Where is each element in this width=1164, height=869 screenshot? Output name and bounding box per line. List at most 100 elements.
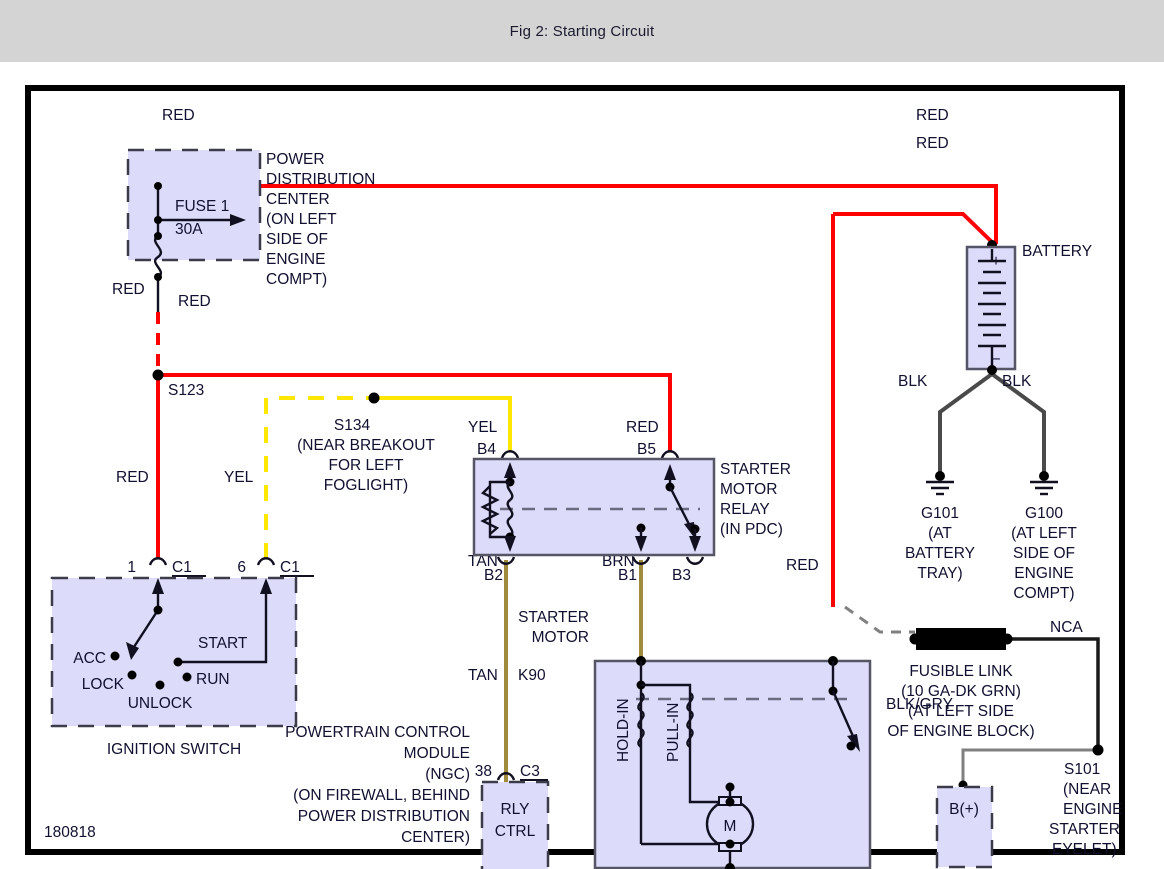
ign-pivot-dot (153, 605, 163, 615)
starter-motor-caption-2: MOTOR (532, 629, 589, 646)
relay-pin-b2: B2 (484, 567, 503, 584)
svg-text:SIDE OF: SIDE OF (1013, 545, 1075, 562)
svg-text:POWER: POWER (266, 151, 325, 168)
ign-run-contact (182, 672, 192, 682)
label-yel-relay: YEL (468, 419, 498, 436)
svg-text:(AT LEFT: (AT LEFT (1011, 525, 1077, 542)
pcm-box-line1: RLY (500, 801, 529, 818)
pdc-node-fuse-bot (154, 273, 162, 281)
svg-text:EYELET): EYELET) (1052, 841, 1117, 858)
motor-pullin-node (725, 797, 735, 807)
starter-contactor-contact (846, 741, 856, 751)
svg-text:SIDE OF: SIDE OF (266, 231, 328, 248)
svg-text:COMPT): COMPT) (1013, 585, 1074, 602)
diagram-page: Fig 2: Starting Circuit FUSE 1 30A POWER… (0, 0, 1164, 869)
label-nca: NCA (1050, 619, 1083, 636)
relay-pin-b5: B5 (637, 441, 656, 458)
svg-text:OF ENGINE BLOCK): OF ENGINE BLOCK) (887, 723, 1034, 740)
svg-text:MODULE: MODULE (404, 745, 470, 762)
g100-node (1039, 471, 1049, 481)
pdc-node-top (154, 182, 162, 190)
ign-pin1-connector (148, 557, 168, 566)
page-title: Fig 2: Starting Circuit (509, 22, 655, 40)
ign-pos-start: START (198, 635, 248, 652)
fusible-link-right-node (1001, 633, 1013, 645)
ign-lock-contact (127, 670, 137, 680)
pcm-caption: POWERTRAIN CONTROL MODULE (NGC) (ON FIRE… (285, 724, 470, 846)
motor-bottom-node (725, 839, 735, 849)
label-red-ign: RED (116, 469, 149, 486)
ign-pin6-conn: C1 (280, 559, 300, 576)
svg-text:ENGINE: ENGINE (1063, 801, 1122, 818)
battery-neg-node (987, 365, 997, 375)
relay-b4-connector (500, 450, 520, 459)
svg-text:(IN PDC): (IN PDC) (720, 521, 783, 538)
ign-start-contact (173, 657, 183, 667)
pull-in-label: PULL-IN (665, 703, 682, 762)
wire-red-battery-second (833, 212, 998, 248)
label-red-s123: RED (178, 293, 211, 310)
ign-pos-acc: ACC (73, 650, 106, 667)
splice-s123-dot (152, 369, 164, 381)
starter-motor-caption-1: STARTER (518, 609, 589, 626)
label-tan-circuit: K90 (518, 667, 546, 684)
splice-s134-label: S134 (334, 417, 371, 434)
fusible-link-bar (916, 628, 1006, 650)
splice-s101-dot (1092, 744, 1104, 756)
fuse-rating: 30A (175, 221, 203, 238)
ign-pin6-connector (256, 557, 276, 566)
ign-pos-run: RUN (196, 671, 230, 688)
motor-top-node (725, 782, 735, 792)
svg-text:CENTER: CENTER (266, 191, 330, 208)
fusible-link-line1: FUSIBLE LINK (909, 663, 1013, 680)
svg-text:FOGLIGHT): FOGLIGHT) (324, 477, 408, 494)
svg-text:(ON FIREWALL, BEHIND: (ON FIREWALL, BEHIND (293, 787, 470, 804)
splice-s123-label: S123 (168, 382, 204, 399)
splice-s134-dot (368, 392, 380, 404)
relay-caption: STARTER MOTOR RELAY (IN PDC) (720, 461, 791, 538)
svg-text:POWERTRAIN CONTROL: POWERTRAIN CONTROL (285, 724, 470, 741)
wire-dashed-link-starter-fusible (844, 605, 915, 634)
diagram-id-number: 180818 (44, 824, 96, 841)
ignition-switch-title: IGNITION SWITCH (107, 741, 241, 758)
relay-pin-b3: B3 (672, 567, 691, 584)
pdc-caption: POWER DISTRIBUTION CENTER (ON LEFT SIDE … (266, 151, 375, 288)
label-red-top-right: RED (916, 107, 949, 124)
label-red-fuse-out: RED (112, 281, 145, 298)
svg-text:(ON LEFT: (ON LEFT (266, 211, 337, 228)
svg-text:TRAY): TRAY) (917, 565, 962, 582)
label-red-relay: RED (626, 419, 659, 436)
svg-text:(NGC): (NGC) (425, 766, 470, 783)
pcm-pin-conn: C3 (520, 763, 540, 780)
svg-text:CENTER): CENTER) (401, 829, 470, 846)
relay-pin-b4: B4 (477, 441, 496, 458)
svg-text:COMPT): COMPT) (266, 271, 327, 288)
svg-text:(NEAR BREAKOUT: (NEAR BREAKOUT (297, 437, 435, 454)
pcm-pin-number: 38 (475, 763, 492, 780)
pcm-box-line2: CTRL (495, 823, 536, 840)
g101-name: G101 (921, 505, 959, 522)
motor-symbol-letter: M (724, 818, 737, 835)
svg-text:STARTER: STARTER (720, 461, 791, 478)
label-yel-ign: YEL (224, 469, 254, 486)
svg-text:FOR LEFT: FOR LEFT (329, 457, 404, 474)
label-blk-left: BLK (898, 373, 928, 390)
ign-pin6-number: 6 (237, 559, 246, 576)
battery-label: BATTERY (1022, 243, 1092, 260)
ign-pos-unlock: UNLOCK (128, 695, 193, 712)
ign-unlock-contact (155, 680, 165, 690)
svg-text:STARTER: STARTER (1049, 821, 1120, 838)
splice-s101-label: S101 (1064, 761, 1100, 778)
title-bar: Fig 2: Starting Circuit (0, 0, 1164, 62)
ign-pos-lock: LOCK (82, 676, 125, 693)
generator-box (935, 785, 994, 869)
svg-text:ENGINE: ENGINE (1014, 565, 1073, 582)
generator-terminal-label: B(+) (949, 801, 979, 818)
pdc-node-fuse-top (154, 232, 162, 240)
svg-text:(AT: (AT (928, 525, 952, 542)
svg-text:MOTOR: MOTOR (720, 481, 777, 498)
g100-name: G100 (1025, 505, 1063, 522)
svg-text:(10 GA-DK GRN): (10 GA-DK GRN) (901, 683, 1021, 700)
svg-text:DISTRIBUTION: DISTRIBUTION (266, 171, 375, 188)
fusible-link-left-node (909, 633, 921, 645)
